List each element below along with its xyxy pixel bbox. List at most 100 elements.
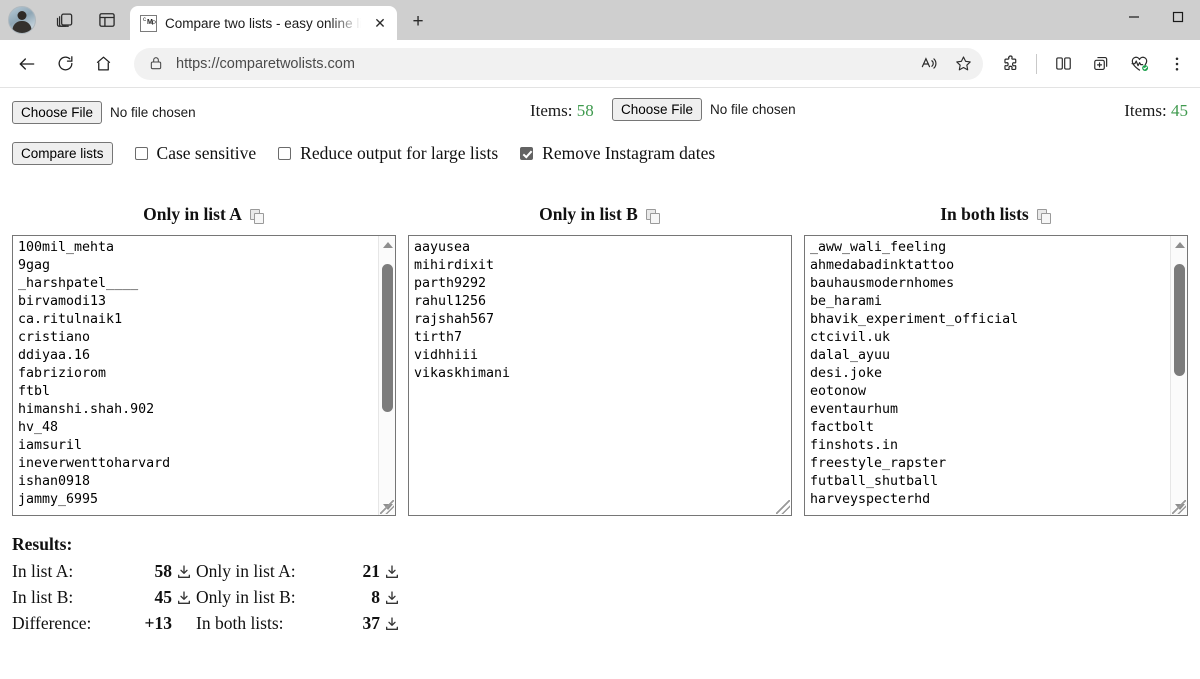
reload-icon[interactable] (48, 47, 82, 81)
result-value-difference: +13 (124, 613, 176, 634)
column-header-a: Only in list A (12, 204, 396, 225)
home-icon[interactable] (86, 47, 120, 81)
download-icon[interactable] (176, 564, 192, 580)
checkbox-remove-instagram-dates-label: Remove Instagram dates (542, 143, 715, 164)
toolbar-divider (1036, 54, 1037, 74)
browser-tabstrip: c M P Compare two lists - easy online li… (0, 0, 1200, 40)
result-value-in-list-a: 58 (124, 561, 176, 582)
column-in-both-lists: In both lists _aww_wali_feeling ahmedaba… (804, 204, 1188, 516)
back-arrow-icon[interactable] (10, 47, 44, 81)
checkbox-case-sensitive[interactable]: Case sensitive (135, 143, 257, 164)
column-title-b: Only in list B (539, 204, 638, 225)
extensions-puzzle-icon[interactable] (993, 47, 1027, 81)
scroll-up-arrow-icon[interactable] (1171, 236, 1188, 253)
textarea-only-in-list-a[interactable]: 100mil_mehta 9gag _harshpatel____ birvam… (12, 235, 396, 516)
scrollbar-both[interactable] (1170, 236, 1187, 515)
items-value-b: 45 (1171, 101, 1188, 120)
textarea-content-both[interactable]: _aww_wali_feeling ahmedabadinktattoo bau… (805, 236, 1187, 515)
textarea-content-a[interactable]: 100mil_mehta 9gag _harshpatel____ birvam… (13, 236, 395, 515)
items-value-a: 58 (577, 101, 594, 120)
column-title-a: Only in list A (143, 204, 242, 225)
favicon-letter-p: P (152, 21, 156, 27)
checkbox-case-sensitive-box[interactable] (135, 147, 148, 160)
scroll-up-arrow-icon[interactable] (379, 236, 396, 253)
textarea-resize-handle-b[interactable] (776, 500, 790, 514)
items-count-b: Items: 45 (1124, 101, 1188, 121)
textarea-content-b[interactable]: aayusea mihirdixit parth9292 rahul1256 r… (409, 236, 791, 515)
minimize-button[interactable] (1112, 0, 1156, 34)
result-label-in-both-lists: In both lists: (196, 613, 344, 634)
address-bar-actions (913, 49, 979, 79)
file-status-a: No file chosen (110, 105, 196, 120)
textarea-resize-handle-both[interactable] (1172, 500, 1186, 514)
result-label-only-in-list-b: Only in list B: (196, 587, 344, 608)
checkbox-remove-instagram-dates-box[interactable] (520, 147, 533, 160)
result-columns: Only in list A 100mil_mehta 9gag _harshp… (12, 204, 1188, 516)
split-screen-icon[interactable] (94, 7, 120, 33)
checkbox-remove-instagram-dates[interactable]: Remove Instagram dates (520, 143, 715, 164)
result-value-only-in-list-a: 21 (344, 561, 384, 582)
options-row: Compare lists Case sensitive Reduce outp… (12, 138, 1188, 168)
tabstrip-left-controls (0, 0, 120, 40)
results-section: Results: In list A: 58 Only in list A: 2… (12, 534, 1188, 634)
file-input-a[interactable]: Choose File No file chosen (12, 101, 196, 124)
column-only-in-list-b: Only in list B aayusea mihirdixit parth9… (408, 204, 792, 516)
collections-icon[interactable] (52, 7, 78, 33)
choose-file-button-a[interactable]: Choose File (12, 101, 102, 124)
favicon-letter-c: c (143, 17, 146, 23)
star-icon[interactable] (947, 49, 979, 79)
download-icon[interactable] (384, 616, 400, 632)
browser-essentials-icon[interactable] (1122, 47, 1156, 81)
lock-icon (148, 55, 166, 73)
choose-file-button-b[interactable]: Choose File (612, 98, 702, 121)
tab-close-icon[interactable]: ✕ (369, 12, 391, 34)
read-aloud-icon[interactable] (913, 49, 945, 79)
copy-icon[interactable] (1037, 209, 1052, 224)
result-label-difference: Difference: (12, 613, 124, 634)
results-grid: In list A: 58 Only in list A: 21 In list… (12, 561, 1188, 634)
address-bar[interactable]: https://comparetwolists.com (134, 48, 983, 80)
window-controls (1112, 0, 1200, 34)
maximize-button[interactable] (1156, 0, 1200, 34)
more-options-icon[interactable] (1160, 47, 1194, 81)
scrollbar-a[interactable] (378, 236, 395, 515)
copy-icon[interactable] (250, 209, 265, 224)
profile-avatar[interactable] (8, 6, 36, 34)
checkbox-reduce-output[interactable]: Reduce output for large lists (278, 143, 498, 164)
items-count-a: Items: 58 (530, 101, 594, 121)
column-title-both: In both lists (940, 204, 1029, 225)
file-status-b: No file chosen (710, 102, 796, 117)
items-label-a: Items: (530, 101, 573, 120)
split-screen-icon[interactable] (1046, 47, 1080, 81)
page-content: Choose File No file chosen Items: 58 Cho… (0, 88, 1200, 678)
column-header-b: Only in list B (408, 204, 792, 225)
checkbox-reduce-output-label: Reduce output for large lists (300, 143, 498, 164)
tab-favicon-icon: c M P (140, 15, 157, 32)
checkbox-reduce-output-box[interactable] (278, 147, 291, 160)
browser-tab[interactable]: c M P Compare two lists - easy online li… (130, 6, 397, 40)
download-icon[interactable] (384, 564, 400, 580)
result-label-in-list-b: In list B: (12, 587, 124, 608)
column-header-both: In both lists (804, 204, 1188, 225)
new-tab-button[interactable]: + (403, 7, 433, 37)
textarea-in-both-lists[interactable]: _aww_wali_feeling ahmedabadinktattoo bau… (804, 235, 1188, 516)
download-icon[interactable] (384, 590, 400, 606)
column-only-in-list-a: Only in list A 100mil_mehta 9gag _harshp… (12, 204, 396, 516)
file-input-b[interactable]: Choose File No file chosen (612, 98, 796, 121)
address-bar-url[interactable]: https://comparetwolists.com (176, 56, 913, 72)
tab-title: Compare two lists - easy online li (165, 16, 361, 31)
textarea-resize-handle-a[interactable] (380, 500, 394, 514)
download-icon[interactable] (176, 590, 192, 606)
add-collection-icon[interactable] (1084, 47, 1118, 81)
scrollbar-thumb-both[interactable] (1174, 264, 1185, 376)
compare-lists-button[interactable]: Compare lists (12, 142, 113, 165)
result-label-in-list-a: In list A: (12, 561, 124, 582)
file-input-row: Choose File No file chosen Items: 58 Cho… (12, 98, 1188, 126)
result-value-only-in-list-b: 8 (344, 587, 384, 608)
scrollbar-thumb-a[interactable] (382, 264, 393, 412)
items-label-b: Items: (1124, 101, 1167, 120)
copy-icon[interactable] (646, 209, 661, 224)
result-value-in-both-lists: 37 (344, 613, 384, 634)
results-title: Results: (12, 534, 1188, 555)
textarea-only-in-list-b[interactable]: aayusea mihirdixit parth9292 rahul1256 r… (408, 235, 792, 516)
